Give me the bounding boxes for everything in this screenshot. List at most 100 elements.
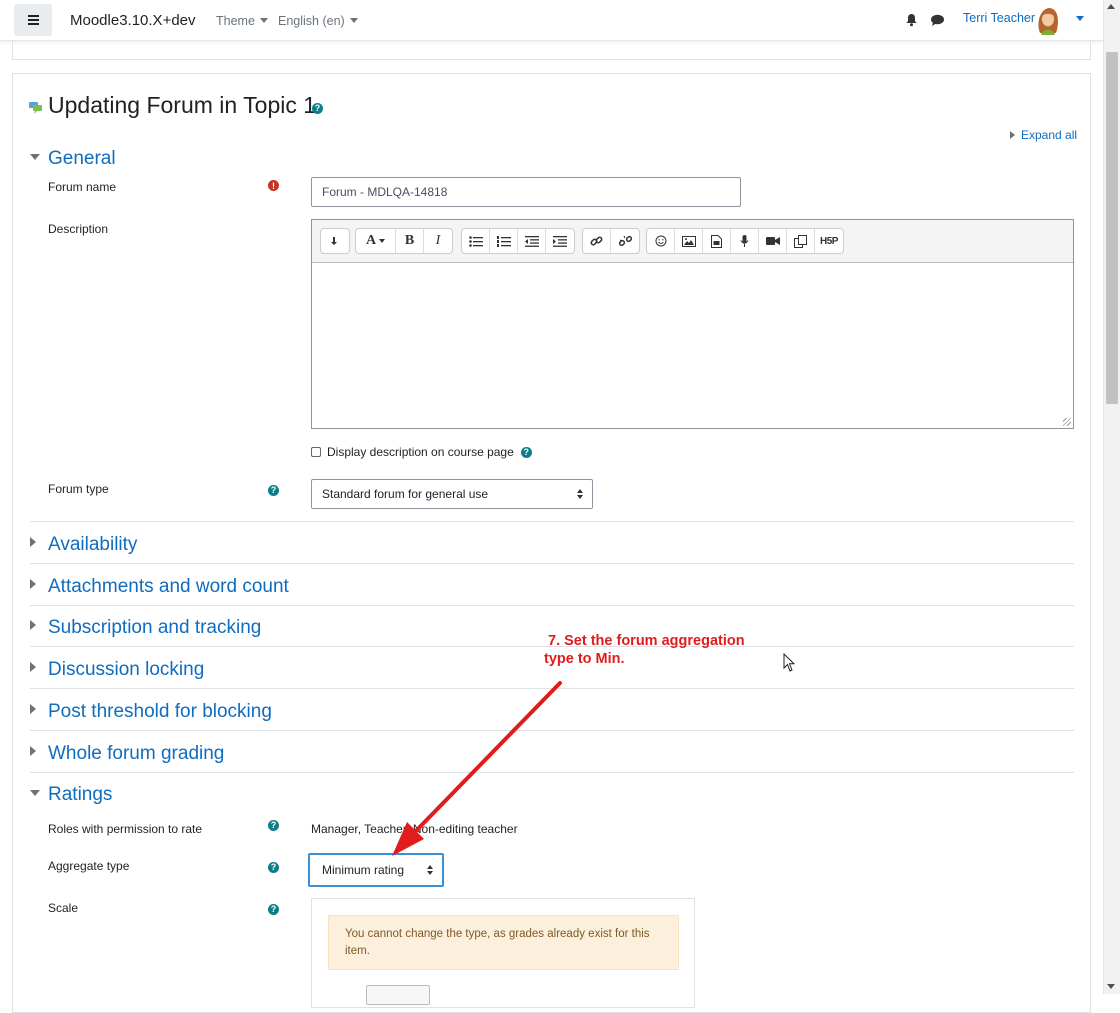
triangle-right-icon [1010,131,1015,139]
chevron-right-icon [30,620,36,630]
image-icon[interactable] [675,229,703,253]
scrollbar-thumb[interactable] [1106,52,1118,404]
section-locking-label: Discussion locking [48,659,205,680]
section-attachments-toggle[interactable]: Attachments and word count [30,576,289,598]
select-arrows-icon [577,489,583,499]
emoji-icon[interactable] [647,229,675,253]
media-icon[interactable] [703,229,731,253]
forum-activity-icon [29,102,42,114]
section-ratings-label: Ratings [48,784,113,805]
menu-toggle-button[interactable] [14,4,52,36]
chevron-right-icon [30,537,36,547]
editor-toolbar: A B I H5P [312,220,1073,263]
scale-type-select[interactable] [366,985,430,1005]
section-subscription-label: Subscription and tracking [48,617,262,638]
section-general-label: General [48,148,116,169]
link-icon[interactable] [583,229,611,253]
h5p-icon[interactable]: H5P [815,229,843,253]
expand-all-link[interactable]: Expand all [1010,128,1077,142]
section-grading-label: Whole forum grading [48,743,225,764]
annotation-arrow-icon [392,681,562,856]
annotation-line-1: 7. Set the forum aggregation [548,633,745,649]
theme-dropdown-label: Theme [216,14,255,28]
toolbar-group-collapse [320,228,350,254]
forum-name-input[interactable]: Forum - MDLQA-14818 [311,177,741,207]
caret-down-icon [349,18,358,23]
unordered-list-icon[interactable] [462,229,490,253]
section-divider [30,605,1074,606]
main-content-card [12,73,1091,1013]
instruction-annotation: 7. Set the forum aggregation type to Min… [544,632,745,668]
display-description-checkbox[interactable] [311,447,321,457]
scroll-down-arrow-icon[interactable] [1107,984,1115,989]
forum-type-value: Standard forum for general use [322,487,489,501]
outdent-icon[interactable] [518,229,546,253]
scale-label: Scale [48,901,79,915]
select-arrows-icon [427,865,433,875]
forum-name-label: Forum name [48,180,117,194]
description-label: Description [48,222,109,236]
chevron-right-icon [30,579,36,589]
chevron-right-icon [30,704,36,714]
user-menu-caret-icon[interactable] [1076,16,1084,21]
indent-icon[interactable] [546,229,574,253]
italic-icon[interactable]: I [424,229,452,253]
scroll-up-arrow-icon[interactable] [1107,4,1115,9]
section-divider [30,521,1074,522]
record-video-icon[interactable] [759,229,787,253]
top-navbar: Moodle3.10.X+dev Theme English (en) Terr… [0,0,1103,41]
section-availability-toggle[interactable]: Availability [30,534,137,556]
theme-dropdown[interactable]: Theme [216,14,268,28]
required-icon: ! [268,180,279,191]
collapse-icon[interactable] [321,229,349,253]
roles-label: Roles with permission to rate [48,822,203,836]
site-name-link[interactable]: Moodle3.10.X+dev [70,12,196,29]
toolbar-group-style: A B I [355,228,453,254]
help-icon[interactable]: ? [268,485,279,496]
notifications-bell-icon[interactable] [905,13,918,27]
chevron-right-icon [30,662,36,672]
section-threshold-toggle[interactable]: Post threshold for blocking [30,701,272,723]
section-grading-toggle[interactable]: Whole forum grading [30,743,224,765]
manage-files-icon[interactable] [787,229,815,253]
section-general-toggle[interactable]: General [30,148,116,170]
help-icon[interactable]: ? [268,862,279,873]
help-icon[interactable]: ? [520,446,532,458]
unlink-icon[interactable] [611,229,639,253]
messages-chat-icon[interactable] [930,14,945,27]
hamburger-icon [27,19,39,21]
forum-type-select[interactable]: Standard forum for general use [311,479,593,509]
description-editor[interactable]: A B I H5P [311,219,1074,429]
ordered-list-icon[interactable] [490,229,518,253]
help-icon[interactable]: ? [268,904,279,915]
toolbar-group-links [582,228,640,254]
display-description-row: Display description on course page ? [311,445,532,459]
aggregate-type-label: Aggregate type [48,859,130,873]
section-availability-label: Availability [48,534,138,555]
chevron-down-icon [30,154,40,160]
language-dropdown-label: English (en) [278,14,345,28]
chevron-down-icon [30,790,40,796]
bold-icon[interactable]: B [396,229,424,253]
caret-down-icon [259,18,268,23]
help-icon[interactable]: ? [312,103,323,114]
section-subscription-toggle[interactable]: Subscription and tracking [30,617,261,639]
section-threshold-label: Post threshold for blocking [48,701,272,722]
display-description-label: Display description on course page [327,445,514,459]
font-style-icon[interactable]: A [356,229,396,253]
expand-all-label: Expand all [1021,128,1078,142]
section-locking-toggle[interactable]: Discussion locking [30,659,204,681]
language-dropdown[interactable]: English (en) [278,14,358,28]
scale-warning-alert: You cannot change the type, as grades al… [328,915,679,970]
section-attachments-label: Attachments and word count [48,576,289,597]
editor-resize-handle[interactable] [1063,418,1071,426]
user-avatar[interactable] [1034,5,1062,35]
section-ratings-toggle[interactable]: Ratings [30,784,112,806]
toolbar-group-lists [461,228,575,254]
scale-fieldset: You cannot change the type, as grades al… [311,898,695,1008]
user-name-link[interactable]: Terri Teacher [963,11,1035,25]
record-audio-icon[interactable] [731,229,759,253]
help-icon[interactable]: ? [268,820,279,831]
toolbar-group-media: H5P [646,228,844,254]
chevron-right-icon [30,746,36,756]
